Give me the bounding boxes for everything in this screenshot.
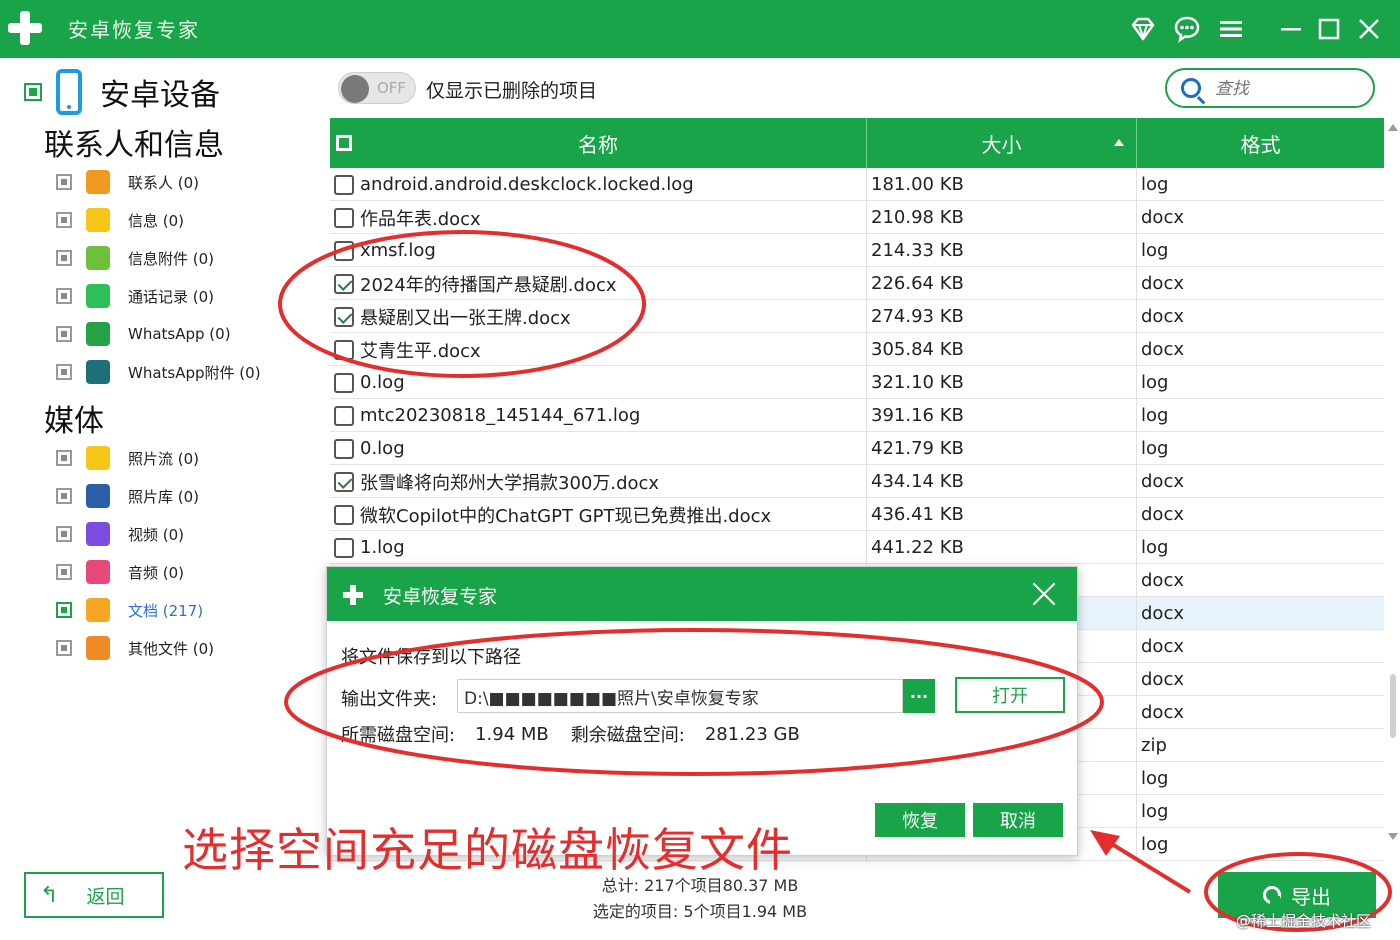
annotation-ellipse-path <box>284 628 1104 776</box>
annotation-arrow <box>1100 836 1192 894</box>
annotation-overlay <box>278 230 1392 932</box>
annotation-ellipse-selected <box>278 230 646 378</box>
annotation-arrowhead <box>1090 830 1120 856</box>
watermark: @稀土掘金技术社区 <box>1236 912 1372 930</box>
annotation-caption: 选择空间充足的磁盘恢复文件 <box>182 823 793 877</box>
